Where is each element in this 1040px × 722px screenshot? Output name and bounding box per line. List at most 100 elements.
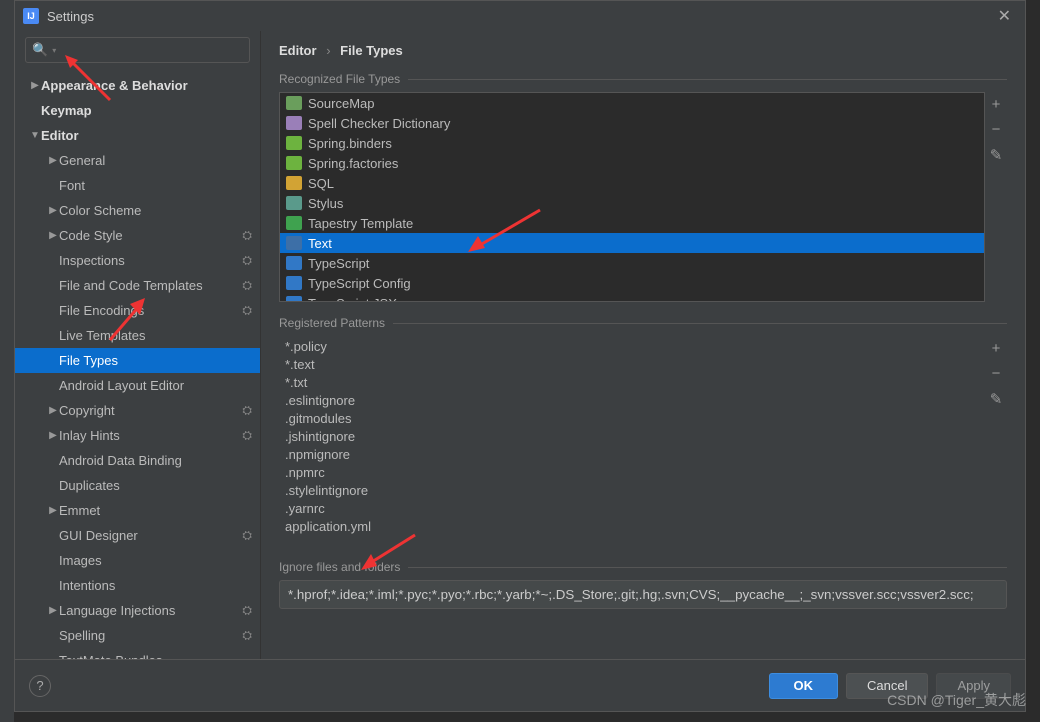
ok-button[interactable]: OK: [769, 673, 839, 699]
gear-icon: ⛭: [242, 253, 252, 268]
tree-item[interactable]: Android Data Binding: [15, 448, 260, 473]
file-icon: [286, 176, 302, 190]
tree-item-label: Android Data Binding: [59, 453, 252, 468]
chevron-right-icon: ›: [326, 43, 330, 58]
gear-icon: ⛭: [242, 603, 252, 618]
filetype-row[interactable]: Stylus: [280, 193, 984, 213]
pattern-row[interactable]: .yarnrc: [283, 500, 981, 518]
edit-filetype-button[interactable]: ✎: [990, 146, 1003, 164]
filetype-row[interactable]: Text: [280, 233, 984, 253]
filetype-label: SourceMap: [308, 96, 374, 111]
tree-item[interactable]: Android Layout Editor: [15, 373, 260, 398]
filetype-label: TypeScript JSX: [308, 296, 397, 303]
tree-item-label: Font: [59, 178, 252, 193]
tree-item[interactable]: GUI Designer⛭: [15, 523, 260, 548]
tree-item[interactable]: File Types: [15, 348, 260, 373]
filetype-label: SQL: [308, 176, 334, 191]
chevron-icon: ▶: [47, 605, 59, 616]
tree-item[interactable]: ▼Editor: [15, 123, 260, 148]
chevron-icon: ▶: [47, 205, 59, 216]
tree-item[interactable]: Spelling⛭: [15, 623, 260, 648]
tree-item[interactable]: Font: [15, 173, 260, 198]
titlebar: IJ Settings ✕: [15, 1, 1025, 31]
filetype-row[interactable]: Tapestry Template: [280, 213, 984, 233]
filetype-row[interactable]: SourceMap: [280, 93, 984, 113]
tree-item[interactable]: Inspections⛭: [15, 248, 260, 273]
tree-item-label: Emmet: [59, 503, 252, 518]
tree-item[interactable]: Keymap: [15, 98, 260, 123]
pattern-row[interactable]: .npmignore: [283, 446, 981, 464]
filetype-row[interactable]: Spell Checker Dictionary: [280, 113, 984, 133]
file-icon: [286, 216, 302, 230]
search-input[interactable]: 🔍 ▾: [25, 37, 250, 63]
gear-icon: ⛭: [242, 228, 252, 243]
settings-dialog: IJ Settings ✕ 🔍 ▾ ▶Appearance & Behavior…: [14, 0, 1026, 712]
search-icon: 🔍: [32, 42, 48, 58]
tree-item[interactable]: File Encodings⛭: [15, 298, 260, 323]
ignore-label: Ignore files and folders: [279, 560, 1007, 574]
tree-item[interactable]: ▶Appearance & Behavior: [15, 73, 260, 98]
tree-item[interactable]: ▶Code Style⛭: [15, 223, 260, 248]
help-button[interactable]: ?: [29, 675, 51, 697]
tree-item-label: Code Style: [59, 228, 242, 243]
filetype-label: Spring.binders: [308, 136, 392, 151]
tree-item[interactable]: TextMate Bundles: [15, 648, 260, 659]
filetype-label: Spring.factories: [308, 156, 398, 171]
tree-item-label: File Encodings: [59, 303, 242, 318]
filetype-row[interactable]: SQL: [280, 173, 984, 193]
chevron-icon: ▶: [47, 155, 59, 166]
tree-item[interactable]: Duplicates: [15, 473, 260, 498]
filetype-label: TypeScript Config: [308, 276, 411, 291]
remove-pattern-button[interactable]: −: [992, 365, 1001, 382]
filetype-row[interactable]: TypeScript Config: [280, 273, 984, 293]
tree-item-label: Intentions: [59, 578, 252, 593]
tree-item[interactable]: ▶Language Injections⛭: [15, 598, 260, 623]
pattern-row[interactable]: .jshintignore: [283, 428, 981, 446]
tree-item-label: File and Code Templates: [59, 278, 242, 293]
tree-item[interactable]: Live Templates: [15, 323, 260, 348]
filetype-row[interactable]: Spring.factories: [280, 153, 984, 173]
tree-item[interactable]: ▶Color Scheme: [15, 198, 260, 223]
file-icon: [286, 136, 302, 150]
patterns-list[interactable]: *.policy*.text*.txt.eslintignore.gitmodu…: [279, 336, 985, 546]
file-icon: [286, 196, 302, 210]
remove-filetype-button[interactable]: −: [992, 121, 1001, 138]
settings-tree: ▶Appearance & BehaviorKeymap▼Editor▶Gene…: [15, 73, 260, 659]
chevron-icon: ▶: [47, 430, 59, 441]
pattern-row[interactable]: .stylelintignore: [283, 482, 981, 500]
close-icon[interactable]: ✕: [992, 4, 1017, 28]
main-panel: Editor › File Types Recognized File Type…: [261, 31, 1025, 659]
tree-item[interactable]: Intentions: [15, 573, 260, 598]
tree-item[interactable]: Images: [15, 548, 260, 573]
filetype-row[interactable]: Spring.binders: [280, 133, 984, 153]
tree-item[interactable]: ▶General: [15, 148, 260, 173]
ignore-input[interactable]: [279, 580, 1007, 609]
pattern-row[interactable]: .gitmodules: [283, 410, 981, 428]
gear-icon: ⛭: [242, 303, 252, 318]
pattern-row[interactable]: *.text: [283, 356, 981, 374]
window-title: Settings: [47, 9, 992, 24]
pattern-row[interactable]: application.yml: [283, 518, 981, 536]
tree-item-label: Images: [59, 553, 252, 568]
filetype-row[interactable]: TypeScript: [280, 253, 984, 273]
pattern-row[interactable]: *.policy: [283, 338, 981, 356]
tree-item[interactable]: ▶Copyright⛭: [15, 398, 260, 423]
add-pattern-button[interactable]: +: [992, 340, 1001, 357]
app-icon: IJ: [23, 8, 39, 24]
tree-item[interactable]: ▶Emmet: [15, 498, 260, 523]
tree-item[interactable]: File and Code Templates⛭: [15, 273, 260, 298]
filetypes-toolbar: + − ✎: [985, 92, 1007, 302]
gear-icon: ⛭: [242, 428, 252, 443]
add-filetype-button[interactable]: +: [992, 96, 1001, 113]
filetypes-list[interactable]: SourceMap Spell Checker Dictionary Spring.…: [279, 92, 985, 302]
pattern-row[interactable]: .npmrc: [283, 464, 981, 482]
filetype-row[interactable]: TypeScript JSX: [280, 293, 984, 302]
edit-pattern-button[interactable]: ✎: [990, 390, 1003, 408]
tree-item[interactable]: ▶Inlay Hints⛭: [15, 423, 260, 448]
pattern-row[interactable]: .eslintignore: [283, 392, 981, 410]
pattern-row[interactable]: *.txt: [283, 374, 981, 392]
tree-item-label: Duplicates: [59, 478, 252, 493]
tree-item-label: Android Layout Editor: [59, 378, 252, 393]
chevron-icon: ▼: [29, 130, 41, 141]
recognized-label: Recognized File Types: [279, 72, 1007, 86]
